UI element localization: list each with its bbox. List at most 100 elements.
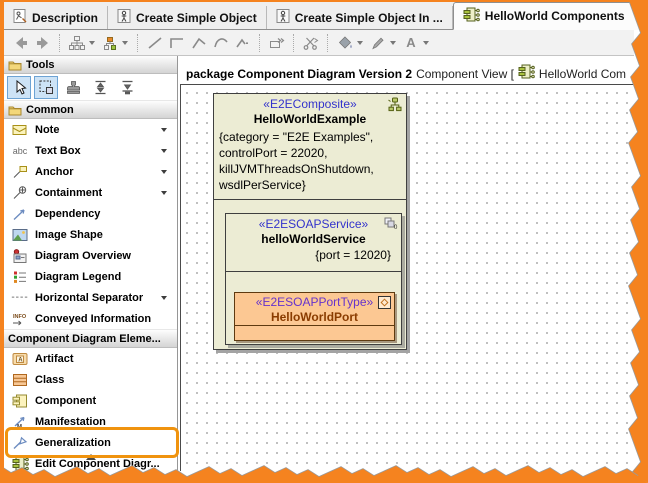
pen-color-icon (367, 32, 389, 54)
diagram-frame-border (180, 62, 181, 471)
add-related-elements-button[interactable] (99, 32, 132, 54)
compress-vertical-icon[interactable] (115, 76, 139, 99)
palette-item-artifact[interactable]: A Artifact (4, 348, 177, 369)
palette-item-anchor[interactable]: Anchor (4, 161, 177, 182)
palette-item-containment[interactable]: Containment (4, 182, 177, 203)
toolbar-separator (327, 34, 329, 52)
port-type-helloworldport[interactable]: «E2ESOAPPortType» HelloWorldPort (234, 292, 395, 341)
dependency-icon (11, 207, 29, 221)
chevron-down-icon (423, 41, 429, 45)
select-cursor-icon[interactable] (7, 76, 31, 99)
soap-service-helloworldservice[interactable]: 0 «E2ESOAPService» helloWorldService {po… (225, 213, 402, 345)
palette-item-text-box[interactable]: abc Text Box (4, 140, 177, 161)
artifact-icon: A (11, 352, 29, 366)
tab-create-simple-object[interactable]: Create Simple Object (108, 6, 267, 29)
chevron-down-icon (357, 41, 363, 45)
component-icon (518, 64, 535, 83)
palette-item-component[interactable]: Component (4, 390, 177, 411)
class-icon (11, 373, 29, 387)
screenshot-torn-edge-right (624, 0, 648, 483)
tab-label: Create Simple Object In ... (295, 11, 443, 25)
tab-create-simple-object-in[interactable]: Create Simple Object In ... (267, 6, 453, 29)
document-tab-bar: Description Create Simple Object Create … (4, 2, 634, 30)
palette-item-diagram-overview[interactable]: Diagram Overview (4, 245, 177, 266)
palette-item-conveyed-information[interactable]: INFO Conveyed Information (4, 308, 177, 329)
conveyed-information-icon: INFO (11, 312, 29, 326)
palette-item-class[interactable]: Class (4, 369, 177, 390)
chevron-down-icon[interactable] (161, 149, 167, 153)
palette-item-note[interactable]: Note (4, 119, 177, 140)
frame-header-kind: package Component Diagram Version 2 (186, 67, 412, 81)
palette-item-manifestation[interactable]: M Manifestation (4, 411, 177, 432)
fill-color-button[interactable] (334, 32, 367, 54)
pen-color-button[interactable] (367, 32, 400, 54)
font-settings-button[interactable]: A (400, 32, 433, 54)
toolbar-separator (137, 34, 139, 52)
scroll-up-icon (86, 454, 96, 460)
note-icon (11, 123, 29, 137)
chevron-down-icon[interactable] (161, 191, 167, 195)
stereotype-label: «E2ESOAPService» (226, 217, 401, 231)
palette-section-tools[interactable]: Tools (4, 55, 177, 74)
palette-item-diagram-legend[interactable]: Diagram Legend (4, 266, 177, 287)
toolbar-separator (59, 34, 61, 52)
tagged-values: {category = "E2E Examples", controlPort … (214, 126, 406, 193)
toolbar-separator (293, 34, 295, 52)
chevron-down-icon[interactable] (161, 296, 167, 300)
anchor-icon (11, 165, 29, 179)
palette-item-dependency[interactable]: Dependency (4, 203, 177, 224)
tagged-values: {port = 12020} (226, 248, 401, 262)
tab-label: Description (32, 11, 98, 25)
oblique-path-icon[interactable] (144, 32, 166, 54)
diagram-legend-icon (11, 270, 29, 284)
compartment-separator (214, 199, 406, 200)
description-tab-icon (13, 9, 27, 26)
diagram-overview-icon (11, 249, 29, 263)
spline-path-icon[interactable] (232, 32, 254, 54)
add-related-elements-icon (99, 32, 121, 54)
distribute-vertical-icon[interactable] (88, 76, 112, 99)
screenshot-border-left (0, 0, 4, 483)
chevron-down-icon (89, 41, 95, 45)
palette-item-horizontal-separator[interactable]: ---- Horizontal Separator (4, 287, 177, 308)
diagram-canvas[interactable]: package Component Diagram Version 2 Comp… (179, 55, 636, 471)
forward-arrow-icon[interactable] (32, 32, 54, 54)
diagram-palette: Tools Common Note abc Text Box Anchor (4, 55, 178, 471)
containment-icon (11, 186, 29, 200)
chevron-down-icon[interactable] (161, 170, 167, 174)
sticky-mode-icon[interactable] (61, 76, 85, 99)
textbox-icon: abc (11, 146, 29, 156)
palette-section-common[interactable]: Common (4, 100, 177, 119)
manifestation-icon: M (11, 415, 29, 429)
autosize-shape-icon[interactable] (266, 32, 288, 54)
palette-section-component-diagram-elements[interactable]: Component Diagram Eleme... (4, 329, 177, 348)
tab-label: Create Simple Object (136, 11, 257, 25)
chevron-down-icon[interactable] (161, 128, 167, 132)
chevron-down-icon (122, 41, 128, 45)
composite-component-helloworldexample[interactable]: «E2EComposite» HelloWorldExample {catego… (213, 93, 407, 350)
marquee-select-icon[interactable] (34, 76, 58, 99)
component-icon (11, 394, 29, 408)
stereotype-label: «E2ESOAPPortType» (235, 295, 394, 309)
back-arrow-icon[interactable] (10, 32, 32, 54)
palette-item-image-shape[interactable]: Image Shape (4, 224, 177, 245)
rectilinear-path-icon[interactable] (166, 32, 188, 54)
svg-text:0: 0 (394, 225, 398, 230)
detach-connections-icon[interactable] (300, 32, 322, 54)
stereotype-label: «E2EComposite» (214, 97, 406, 111)
diagram-frame-header[interactable]: package Component Diagram Version 2 Comp… (180, 62, 636, 85)
containment-tree-button[interactable] (66, 32, 99, 54)
bent-path-icon[interactable] (188, 32, 210, 54)
frame-header-context: Component View [ (416, 67, 514, 81)
element-name: HelloWorldPort (235, 310, 394, 324)
curved-path-icon[interactable] (210, 32, 232, 54)
tools-button-row (4, 74, 177, 100)
containment-tree-icon (66, 32, 88, 54)
component-tab-icon (463, 7, 480, 26)
tab-helloworld-components[interactable]: HelloWorld Components × (453, 2, 648, 30)
service-icon: 0 (384, 217, 398, 235)
composite-icon (387, 97, 403, 117)
element-name: helloWorldService (226, 232, 401, 246)
tab-description[interactable]: Description (4, 6, 108, 29)
toolbar-separator (259, 34, 261, 52)
